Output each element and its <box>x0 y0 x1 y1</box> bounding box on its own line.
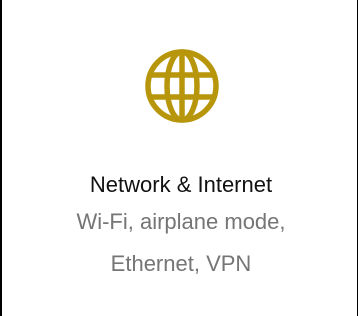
network-internet-settings-tile[interactable]: Network & Internet Wi-Fi, airplane mode,… <box>0 0 358 316</box>
tile-title: Network & Internet <box>89 172 273 197</box>
tile-description-line-2: Ethernet, VPN <box>110 251 252 276</box>
tile-description-line-1: Wi-Fi, airplane mode, <box>76 209 286 234</box>
globe-icon <box>144 48 220 124</box>
